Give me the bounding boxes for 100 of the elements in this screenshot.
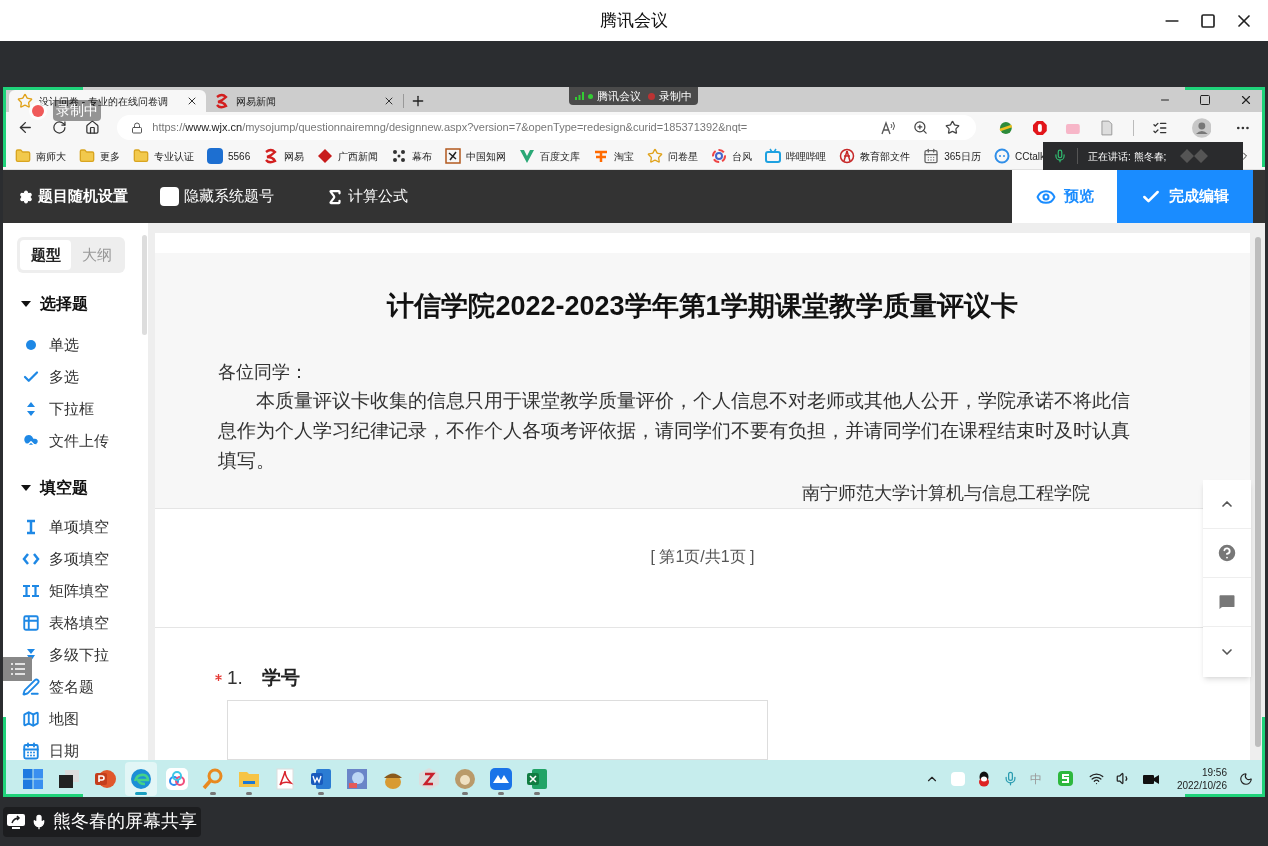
caret-icon <box>21 483 31 493</box>
bookmark-link[interactable]: 网易 <box>263 148 305 164</box>
question-type-item[interactable]: 单项填空 <box>22 511 142 543</box>
hide-numbers-checkbox[interactable] <box>160 187 179 206</box>
sidebar-tab[interactable]: 题型 <box>20 240 71 270</box>
bookmark-link[interactable]: 哔哩哔哩 <box>765 148 827 164</box>
reload-icon[interactable] <box>51 120 67 135</box>
url-text: https://www.wjx.cn/mysojump/questionnairemng/designnew.aspx?version=7&openType=redesign&curid=185371392&nqt= <box>152 120 749 136</box>
screen-share-label: 熊冬春的屏幕共享 <box>3 806 201 837</box>
browser-tab[interactable]: 网易新闻 <box>206 90 403 112</box>
category-header[interactable]: 选择题 <box>21 291 142 317</box>
bookmark-link[interactable]: 专业认证 <box>133 148 194 164</box>
meeting-status-pill: 腾讯会议 录制中 <box>569 87 698 105</box>
tv-icon <box>765 148 782 164</box>
question-type-item[interactable]: 表格填空 <box>22 607 142 639</box>
question-type-item[interactable]: 多选 <box>22 361 142 393</box>
calendar-icon <box>22 742 40 760</box>
swirl-icon <box>711 148 728 164</box>
close-tab-icon[interactable] <box>186 95 198 107</box>
page-indicator: [ 第1页/共1页 ] <box>650 546 755 565</box>
folder-icon <box>15 148 31 164</box>
question-type-item[interactable]: 签名题 <box>22 671 142 703</box>
home-icon[interactable] <box>84 120 100 135</box>
checkbox-label: 隐藏系统题号 <box>184 186 274 207</box>
logo-icon <box>593 148 610 164</box>
star-icon <box>647 148 664 164</box>
logo-icon <box>214 93 230 109</box>
wifi-icon[interactable] <box>1088 771 1104 786</box>
close-tab-icon[interactable] <box>383 95 395 107</box>
read-aloud-icon[interactable] <box>880 120 896 135</box>
maximize-icon[interactable] <box>1200 12 1216 29</box>
question-title: 学号 <box>262 665 300 690</box>
list-icon <box>10 663 25 675</box>
calendar-icon <box>923 148 940 164</box>
penguin-icon[interactable] <box>976 770 991 787</box>
tab-title: 网易新闻 <box>236 94 277 109</box>
question-type-item[interactable]: 矩阵填空 <box>22 575 142 607</box>
random-settings-button[interactable]: 题目随机设置 <box>19 185 128 208</box>
question-number: 1. <box>227 665 244 690</box>
bookmark-link[interactable]: 百度文库 <box>519 148 581 164</box>
new-tab-icon[interactable] <box>410 93 426 109</box>
outline-toggle-button[interactable] <box>3 657 32 681</box>
question-type-item[interactable]: 文件上传 <box>22 425 142 457</box>
microphone-icon <box>31 812 47 831</box>
star-icon <box>17 93 33 109</box>
bookmark-link[interactable]: 5566 <box>207 148 251 164</box>
bookmark-link[interactable]: 365日历 <box>923 148 981 164</box>
zoom-icon[interactable] <box>912 120 928 135</box>
sigma-icon <box>326 187 344 206</box>
s-logo-icon[interactable] <box>1057 771 1073 786</box>
bookmark-link[interactable]: 幕布 <box>391 148 433 164</box>
circle-logo-icon <box>993 148 1010 164</box>
clock-time: 19:56 <box>1201 765 1227 779</box>
question-type-item[interactable]: 地图 <box>22 703 142 735</box>
favorite-icon[interactable] <box>944 120 960 135</box>
speaking-indicator: 正在讲话: 熊冬春; <box>1043 142 1243 170</box>
folder-icon <box>79 148 95 164</box>
question-type-item[interactable]: 单选 <box>22 329 142 361</box>
window-title: 腾讯会议 <box>600 9 668 32</box>
logo-icon <box>263 148 280 164</box>
back-icon[interactable] <box>17 119 34 136</box>
lock-icon <box>131 121 144 134</box>
survey-header: 计信学院2022-2023学年第1学期课堂教学质量评议卡 各位同学： 本质量评议卡收集的信息只用于课堂教学质量评价，个人信息不对老师或其他人公开，学院承诺不将此信息作为个人学习纪律记录，不作个人各项考评依据，请同学们不要有负担，并请同学们在课程结束时及时认真填写。 南宁师范大学计算机与信息工程学院 <box>155 253 1250 509</box>
bookmark-link[interactable]: 南师大 <box>15 148 66 164</box>
bookmark-link[interactable]: 中国知网 <box>445 148 507 164</box>
profile-avatar[interactable] <box>1191 117 1212 138</box>
clock-date: 2022/10/26 <box>1176 778 1227 792</box>
pen-icon <box>22 678 40 696</box>
bookmark-link[interactable]: 台风 <box>711 148 753 164</box>
bookmark-link[interactable]: 更多 <box>79 148 120 164</box>
globe-extension-icon[interactable] <box>997 119 1014 136</box>
address-field[interactable]: https://www.wjx.cn/mysojump/questionnairemng/designnew.aspx?version=7&openType=redesign&curid=185371392&nqt= <box>117 115 976 140</box>
restore-icon[interactable] <box>1199 93 1211 106</box>
vee-logo-icon <box>519 148 536 164</box>
camera-icon[interactable] <box>1142 772 1159 785</box>
comment-icon <box>1217 592 1237 612</box>
question-type-item[interactable]: 下拉框 <box>22 393 142 425</box>
formula-button[interactable]: 计算公式 <box>326 185 408 208</box>
table-icon <box>22 614 40 632</box>
bookmark-link[interactable]: 教育部文件 <box>839 148 911 164</box>
microphone-icon <box>1053 149 1067 163</box>
share-screen-icon <box>7 813 25 830</box>
microphone-icon[interactable] <box>1002 771 1018 786</box>
folder-icon <box>133 148 149 164</box>
question-type-item[interactable]: 多项填空 <box>22 543 142 575</box>
bookmark-link[interactable]: 广西新闻 <box>317 148 379 164</box>
logo-icon <box>445 148 462 164</box>
signal-icon <box>575 92 584 100</box>
moon-icon[interactable] <box>1239 771 1253 786</box>
bookmark-link[interactable]: 问卷星 <box>647 148 699 164</box>
help-icon <box>1216 542 1238 564</box>
map-icon <box>22 710 40 728</box>
double-cursor-icon <box>22 582 40 600</box>
category-header[interactable]: 填空题 <box>21 475 142 501</box>
emblem-icon <box>839 148 856 164</box>
gear-icon <box>19 189 33 204</box>
bookmark-link[interactable]: 淘宝 <box>593 148 635 164</box>
stop-extension-icon[interactable] <box>1031 119 1048 136</box>
caret-icon <box>21 299 31 309</box>
question-type-item[interactable]: 日期 <box>22 735 142 760</box>
